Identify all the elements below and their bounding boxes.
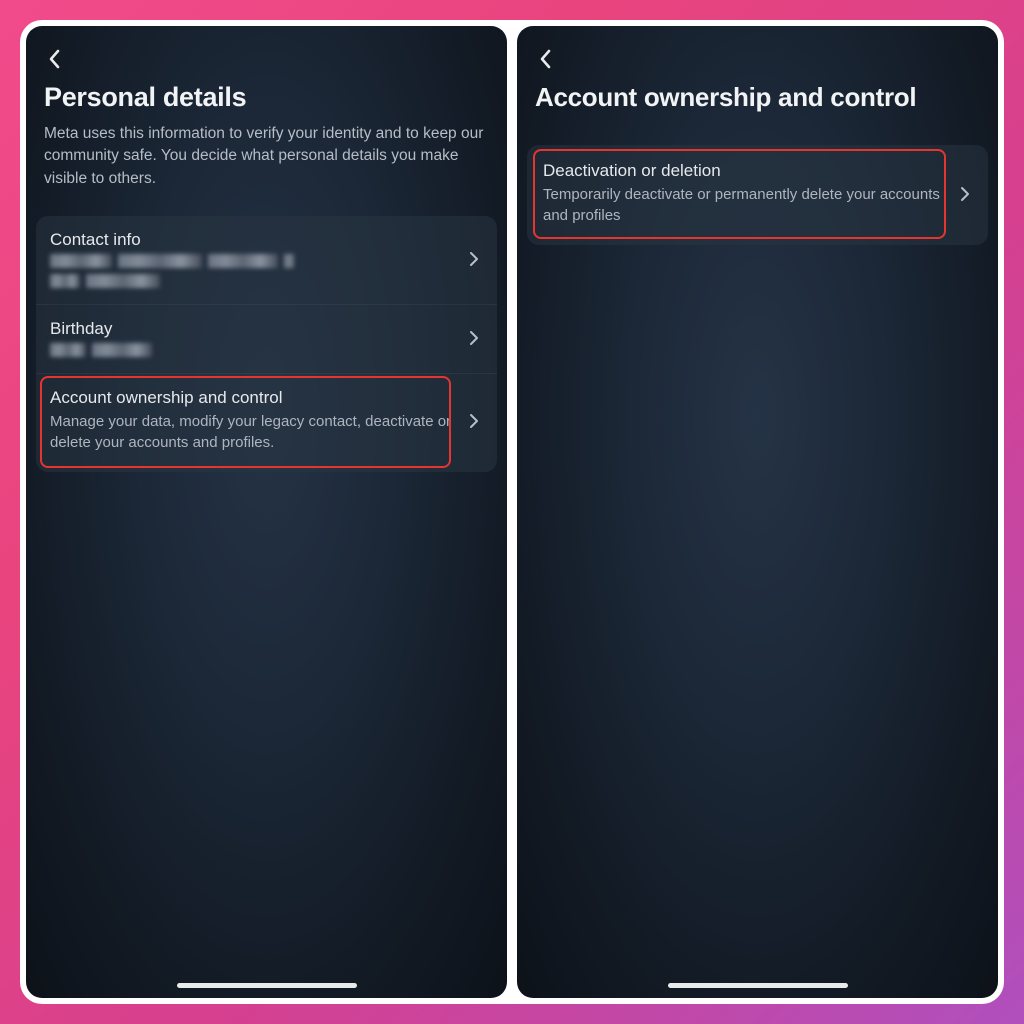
redacted-value bbox=[50, 274, 455, 288]
row-account-ownership[interactable]: Account ownership and control Manage you… bbox=[36, 373, 497, 471]
home-indicator[interactable] bbox=[177, 983, 357, 988]
row-subtitle: Temporarily deactivate or permanently de… bbox=[543, 185, 946, 226]
page-title: Personal details bbox=[44, 82, 489, 113]
row-subtitle: Manage your data, modify your legacy con… bbox=[50, 412, 455, 453]
settings-list: Contact info Birthday bbox=[36, 216, 497, 471]
home-indicator[interactable] bbox=[668, 983, 848, 988]
row-deactivation-deletion[interactable]: Deactivation or deletion Temporarily dea… bbox=[527, 145, 988, 244]
chevron-left-icon bbox=[538, 48, 554, 70]
page-subtitle: Meta uses this information to verify you… bbox=[44, 123, 489, 190]
page-header: Account ownership and control bbox=[517, 80, 998, 123]
redacted-value bbox=[50, 343, 455, 357]
row-contact-info[interactable]: Contact info bbox=[36, 216, 497, 304]
chevron-right-icon bbox=[463, 413, 485, 429]
row-title: Account ownership and control bbox=[50, 388, 455, 408]
row-title: Contact info bbox=[50, 230, 455, 250]
back-button[interactable] bbox=[40, 44, 70, 74]
chevron-right-icon bbox=[463, 251, 485, 267]
redacted-value bbox=[50, 254, 455, 268]
chevron-left-icon bbox=[47, 48, 63, 70]
row-title: Deactivation or deletion bbox=[543, 161, 946, 181]
chevron-right-icon bbox=[463, 330, 485, 346]
row-title: Birthday bbox=[50, 319, 455, 339]
phone-personal-details: Personal details Meta uses this informat… bbox=[26, 26, 507, 998]
back-button[interactable] bbox=[531, 44, 561, 74]
page-header: Personal details Meta uses this informat… bbox=[26, 80, 507, 200]
phone-account-ownership: Account ownership and control Deactivati… bbox=[517, 26, 998, 998]
dual-screenshot-frame: Personal details Meta uses this informat… bbox=[20, 20, 1004, 1004]
settings-list: Deactivation or deletion Temporarily dea… bbox=[527, 145, 988, 244]
row-birthday[interactable]: Birthday bbox=[36, 304, 497, 373]
chevron-right-icon bbox=[954, 186, 976, 202]
page-title: Account ownership and control bbox=[535, 82, 980, 113]
